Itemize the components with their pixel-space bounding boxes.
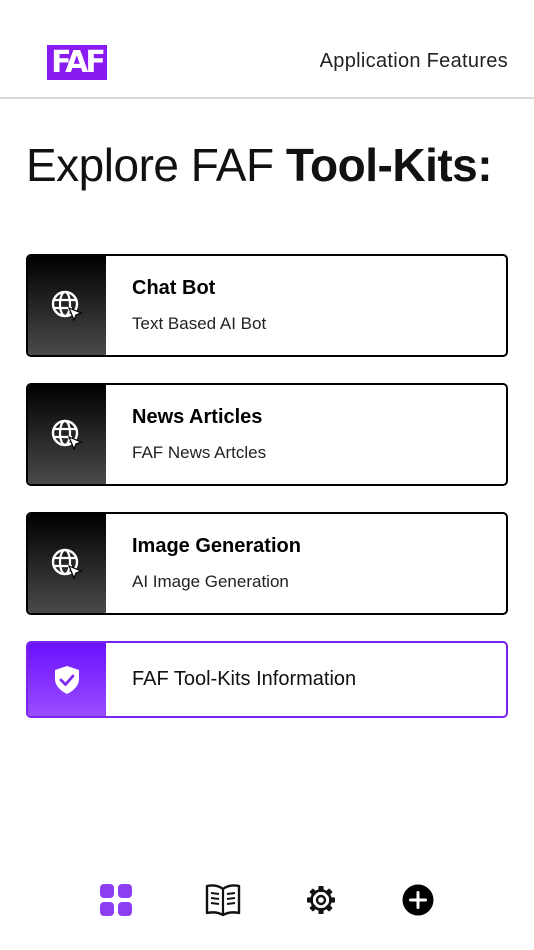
card-icon-box: [28, 514, 106, 613]
nav-add[interactable]: [398, 880, 438, 920]
card-toolkits-information[interactable]: FAF Tool-Kits Information: [26, 641, 508, 718]
card-title: News Articles: [132, 406, 263, 428]
card-subtitle: FAF News Artcles: [132, 443, 267, 462]
book-icon: [205, 884, 241, 917]
page-title-light: Explore FAF: [26, 139, 286, 191]
card-title: Image Generation: [132, 535, 301, 557]
card-icon-box: [28, 643, 106, 716]
card-title: Chat Bot: [132, 277, 216, 299]
faf-logo[interactable]: FAF: [47, 45, 107, 80]
plus-circle-icon: [402, 884, 434, 916]
application-features-link[interactable]: Application Features: [320, 50, 508, 73]
nav-dashboard[interactable]: [96, 880, 136, 920]
nav-articles[interactable]: [203, 880, 243, 920]
card-news-articles[interactable]: News Articles FAF News Artcles: [26, 383, 508, 486]
logo-text: FAF: [51, 45, 106, 80]
bottom-navigation: [0, 870, 534, 930]
card-chat-bot[interactable]: Chat Bot Text Based AI Bot: [26, 254, 508, 357]
page-title-bold: Tool-Kits:: [285, 139, 493, 191]
card-title: FAF Tool-Kits Information: [132, 668, 357, 690]
app-header: FAF Application Features: [0, 0, 534, 99]
card-subtitle: Text Based AI Bot: [132, 314, 267, 333]
gear-icon: [307, 886, 335, 914]
card-subtitle: AI Image Generation: [132, 572, 289, 591]
nav-settings[interactable]: [301, 880, 341, 920]
card-icon-box: [28, 256, 106, 355]
card-icon-box: [28, 385, 106, 484]
globe-cursor-icon: [51, 290, 83, 322]
grid-icon: [100, 884, 132, 916]
globe-cursor-icon: [51, 548, 83, 580]
shield-check-icon: [55, 665, 79, 694]
globe-cursor-icon: [51, 419, 83, 451]
card-image-generation[interactable]: Image Generation AI Image Generation: [26, 512, 508, 615]
page-title: Explore FAF Tool-Kits:: [26, 138, 493, 192]
